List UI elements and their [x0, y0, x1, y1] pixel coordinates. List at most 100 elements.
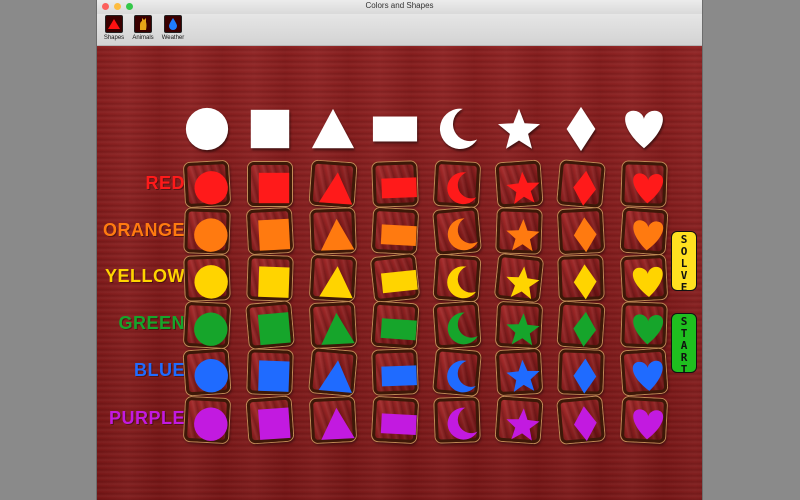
- toolbar-animals-button[interactable]: Animals: [130, 15, 156, 41]
- tile-yellow-rectangle[interactable]: [370, 253, 420, 303]
- tile-purple-heart[interactable]: [620, 396, 668, 444]
- tile-yellow-star[interactable]: [494, 253, 544, 303]
- tile-yellow-triangle[interactable]: [309, 254, 357, 302]
- start-button[interactable]: START: [671, 313, 697, 376]
- circle-shape: [191, 356, 228, 393]
- window-title: Colors and Shapes: [365, 1, 434, 10]
- tile-purple-diamond[interactable]: [557, 396, 605, 444]
- rectangle-shape: [379, 215, 417, 247]
- tile-green-diamond[interactable]: [557, 301, 605, 349]
- tile-purple-crescent[interactable]: [434, 397, 480, 443]
- tile-blue-crescent[interactable]: [433, 348, 481, 396]
- tile-orange-star[interactable]: [496, 208, 542, 254]
- tile-green-star[interactable]: [495, 301, 543, 349]
- star-shape: [503, 356, 540, 393]
- tile-red-triangle[interactable]: [309, 160, 357, 208]
- tile-orange-triangle[interactable]: [310, 208, 356, 254]
- tile-purple-circle[interactable]: [183, 396, 231, 444]
- tile-orange-crescent[interactable]: [433, 207, 481, 255]
- tile-yellow-square[interactable]: [247, 255, 293, 301]
- crescent-shape: [441, 215, 478, 251]
- triangle-shape: [317, 404, 355, 440]
- crescent-shape: [441, 168, 477, 205]
- toolbar-shapes-button[interactable]: Shapes: [102, 15, 126, 41]
- tile-green-rectangle[interactable]: [371, 301, 419, 349]
- tile-blue-square[interactable]: [247, 349, 293, 395]
- tile-red-rectangle[interactable]: [372, 161, 418, 207]
- tile-yellow-crescent[interactable]: [433, 254, 481, 302]
- tile-orange-diamond[interactable]: [557, 207, 605, 255]
- square-shape: [254, 404, 291, 440]
- rectangle-shape: [379, 262, 418, 295]
- tile-blue-rectangle[interactable]: [372, 349, 418, 395]
- target-crescent: [433, 105, 481, 153]
- tile-purple-rectangle[interactable]: [371, 396, 419, 444]
- circle-shape: [191, 404, 228, 441]
- crescent-shape: [441, 404, 478, 440]
- crescent-shape: [441, 356, 476, 393]
- raindrop-icon: [164, 15, 182, 33]
- circle-shape: [191, 215, 228, 252]
- rectangle-shape: [379, 168, 417, 199]
- tile-yellow-diamond[interactable]: [558, 255, 604, 301]
- target-circle: [183, 105, 231, 153]
- toolbar-label: Shapes: [103, 35, 125, 41]
- toolbar: Shapes Animals Weather: [97, 14, 702, 46]
- tile-blue-triangle[interactable]: [309, 348, 357, 396]
- row-label-orange: ORANGE: [102, 220, 185, 240]
- toolbar-label: Animals: [132, 35, 154, 41]
- rectangle-shape: [379, 356, 417, 387]
- tile-red-star[interactable]: [495, 160, 543, 208]
- diamond-shape: [565, 215, 597, 253]
- target-star: [495, 105, 543, 153]
- tile-purple-square[interactable]: [246, 396, 294, 444]
- target-triangle: [309, 105, 357, 153]
- tile-red-square[interactable]: [248, 162, 292, 206]
- tile-yellow-heart[interactable]: [620, 254, 668, 302]
- tile-red-crescent[interactable]: [433, 160, 481, 208]
- tile-green-square[interactable]: [246, 301, 294, 349]
- row-label-blue: BLUE: [134, 360, 185, 380]
- triangle-shape: [317, 356, 352, 393]
- heart-shape: [628, 262, 663, 297]
- heart-shape: [628, 309, 664, 345]
- target-heart: [620, 105, 668, 153]
- tile-blue-circle[interactable]: [183, 348, 231, 396]
- triangle-shape: [317, 215, 355, 251]
- tile-blue-heart[interactable]: [620, 348, 668, 396]
- star-shape: [503, 404, 540, 441]
- tile-purple-triangle[interactable]: [309, 396, 357, 444]
- tile-green-triangle[interactable]: [309, 301, 357, 349]
- triangle-shape: [317, 168, 353, 205]
- tile-orange-rectangle[interactable]: [371, 207, 419, 255]
- tile-red-diamond[interactable]: [557, 160, 605, 208]
- star-shape: [503, 262, 540, 300]
- tile-red-circle[interactable]: [183, 160, 231, 208]
- row-label-purple: PURPLE: [108, 408, 185, 428]
- square-shape: [254, 309, 291, 346]
- shapes-icon: [105, 15, 123, 33]
- solve-button[interactable]: SOLVE: [671, 231, 697, 294]
- square-shape: [254, 215, 291, 251]
- tile-blue-diamond[interactable]: [558, 349, 604, 395]
- tile-red-heart[interactable]: [621, 161, 667, 207]
- tile-orange-circle[interactable]: [184, 208, 230, 254]
- tile-orange-heart[interactable]: [620, 207, 668, 255]
- crescent-shape: [441, 262, 477, 299]
- tile-blue-star[interactable]: [495, 348, 543, 396]
- tile-yellow-circle[interactable]: [184, 255, 230, 301]
- heart-shape: [628, 356, 663, 391]
- star-shape: [503, 215, 540, 252]
- diamond-shape: [565, 309, 597, 347]
- tile-green-crescent[interactable]: [433, 301, 481, 349]
- tile-green-circle[interactable]: [183, 301, 231, 349]
- star-shape: [503, 168, 540, 205]
- heart-shape: [628, 215, 664, 251]
- rectangle-shape: [379, 309, 417, 341]
- tile-purple-star[interactable]: [495, 396, 543, 444]
- tile-orange-square[interactable]: [246, 207, 294, 255]
- target-rectangle: [371, 105, 419, 153]
- toolbar-weather-button[interactable]: Weather: [159, 15, 187, 41]
- row-label-red: RED: [145, 173, 185, 193]
- tile-green-heart[interactable]: [621, 302, 667, 348]
